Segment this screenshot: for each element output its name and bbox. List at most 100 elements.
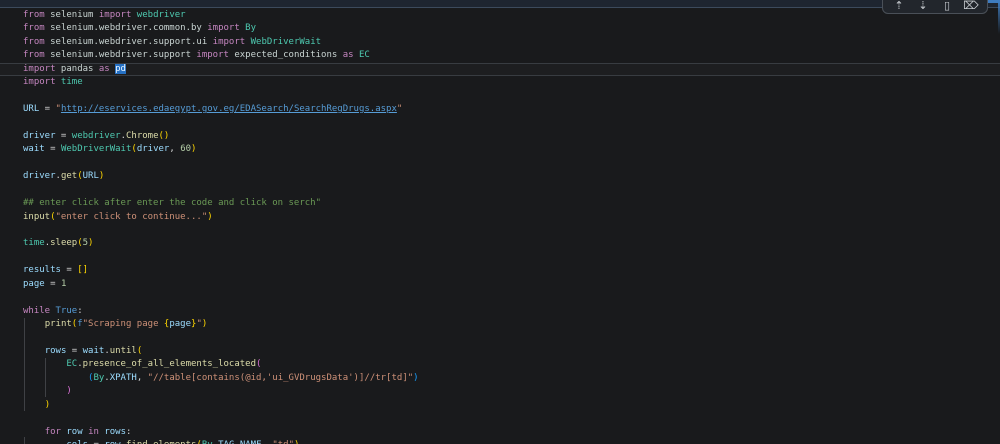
run-above-icon: ⇡ <box>894 0 903 11</box>
code-token: row <box>66 427 82 437</box>
copy-cell-button[interactable]: ▯ <box>938 0 956 12</box>
code-line[interactable] <box>0 184 1000 197</box>
code-line[interactable]: ) <box>0 399 1000 412</box>
code-token <box>23 440 66 444</box>
code-token: , <box>137 373 148 383</box>
code-token: print <box>45 319 72 329</box>
code-token: True <box>56 306 78 316</box>
code-editor[interactable]: from selenium import webdriverfrom selen… <box>0 9 1000 444</box>
delete-cell-button[interactable]: ⌦ <box>962 0 980 12</box>
code-line[interactable]: cols = row.find_elements(By.TAG_NAME, "t… <box>0 439 1000 444</box>
code-line[interactable]: from selenium import webdriver <box>0 9 1000 22</box>
code-token: = <box>61 265 77 275</box>
code-line[interactable]: while True: <box>0 305 1000 318</box>
code-line[interactable]: driver = webdriver.Chrome() <box>0 130 1000 143</box>
code-line[interactable]: driver.get(URL) <box>0 170 1000 183</box>
code-line[interactable]: (By.XPATH, "//table[contains(@id,'ui_GVD… <box>0 372 1000 385</box>
code-line[interactable]: import pandas as pd <box>0 63 1000 76</box>
cell-top-border <box>0 0 1000 8</box>
code-line[interactable]: rows = wait.until( <box>0 345 1000 358</box>
code-token: ) <box>294 440 299 444</box>
code-line[interactable]: import time <box>0 76 1000 89</box>
code-token: rows <box>45 346 67 356</box>
code-token: = <box>39 104 55 114</box>
code-token: expected_conditions <box>229 50 343 60</box>
code-token: as <box>343 50 354 60</box>
code-token: from <box>23 50 45 60</box>
code-token: input <box>23 212 50 222</box>
code-token: import <box>23 64 56 74</box>
code-token: WebDriverWait <box>61 144 131 154</box>
code-line[interactable]: input("enter click to continue...") <box>0 211 1000 224</box>
code-token: XPATH <box>110 373 137 383</box>
code-token <box>23 373 88 383</box>
code-token: page <box>23 279 45 289</box>
code-token: ) <box>88 238 93 248</box>
code-line[interactable]: EC.presence_of_all_elements_located( <box>0 358 1000 371</box>
code-token <box>23 400 45 410</box>
code-token: ( <box>137 346 142 356</box>
code-token: in <box>88 427 99 437</box>
code-token: TAG_NAME <box>218 440 261 444</box>
code-token: driver <box>23 131 56 141</box>
code-token: until <box>110 346 137 356</box>
run-above-button[interactable]: ⇡ <box>890 0 908 12</box>
code-token: ) <box>45 400 50 410</box>
code-token: "td" <box>272 440 294 444</box>
run-below-icon: ⇣ <box>918 0 927 11</box>
code-line[interactable]: from selenium.webdriver.common.by import… <box>0 22 1000 35</box>
code-token: wait <box>23 144 45 154</box>
code-token: cols <box>66 440 88 444</box>
code-token: = <box>45 144 61 154</box>
code-token: import <box>196 50 229 60</box>
code-line[interactable]: results = [] <box>0 264 1000 277</box>
code-line[interactable]: time.sleep(5) <box>0 237 1000 250</box>
code-token: () <box>159 131 170 141</box>
code-line[interactable] <box>0 224 1000 237</box>
code-line[interactable] <box>0 117 1000 130</box>
code-token: By <box>202 440 213 444</box>
code-line[interactable] <box>0 90 1000 103</box>
code-token: selenium <box>45 10 99 20</box>
code-token: EC <box>66 359 77 369</box>
code-token: presence_of_all_elements_located <box>83 359 256 369</box>
code-token: time <box>23 238 45 248</box>
code-token: import <box>213 37 246 47</box>
code-token: time <box>56 77 83 87</box>
code-token: from <box>23 10 45 20</box>
code-token <box>23 346 45 356</box>
code-token: from <box>23 23 45 33</box>
code-line[interactable]: print(f"Scraping page {page}") <box>0 318 1000 331</box>
code-token: By <box>240 23 256 33</box>
code-line[interactable] <box>0 412 1000 425</box>
code-token: ) <box>99 171 104 181</box>
code-line[interactable]: ## enter click after enter the code and … <box>0 197 1000 210</box>
code-token: webdriver <box>72 131 121 141</box>
code-line[interactable]: ) <box>0 385 1000 398</box>
code-line[interactable]: from selenium.webdriver.support.ui impor… <box>0 36 1000 49</box>
code-line[interactable]: wait = WebDriverWait(driver, 60) <box>0 143 1000 156</box>
code-token: ) <box>66 386 71 396</box>
code-token: rows <box>104 427 126 437</box>
notebook-cell-editor: ⇡⇣▯⌦ from selenium import webdriverfrom … <box>0 0 1000 444</box>
run-below-button[interactable]: ⇣ <box>914 0 932 12</box>
code-token: for <box>45 427 61 437</box>
code-line[interactable] <box>0 332 1000 345</box>
indent-guide <box>45 358 46 397</box>
code-line[interactable]: for row in rows: <box>0 426 1000 439</box>
code-token: as <box>99 64 110 74</box>
code-token: row <box>104 440 120 444</box>
code-line[interactable]: page = 1 <box>0 278 1000 291</box>
code-token: webdriver <box>131 10 185 20</box>
code-token: ) <box>191 144 196 154</box>
selected-text: pd <box>115 64 126 74</box>
code-token: URL <box>83 171 99 181</box>
indent-guide <box>24 318 25 411</box>
code-line[interactable]: URL = "http://eservices.edaegypt.gov.eg/… <box>0 103 1000 116</box>
code-token: results <box>23 265 61 275</box>
code-token: page <box>169 319 191 329</box>
code-line[interactable]: from selenium.webdriver.support import e… <box>0 49 1000 62</box>
code-line[interactable] <box>0 251 1000 264</box>
code-line[interactable] <box>0 291 1000 304</box>
code-line[interactable] <box>0 157 1000 170</box>
